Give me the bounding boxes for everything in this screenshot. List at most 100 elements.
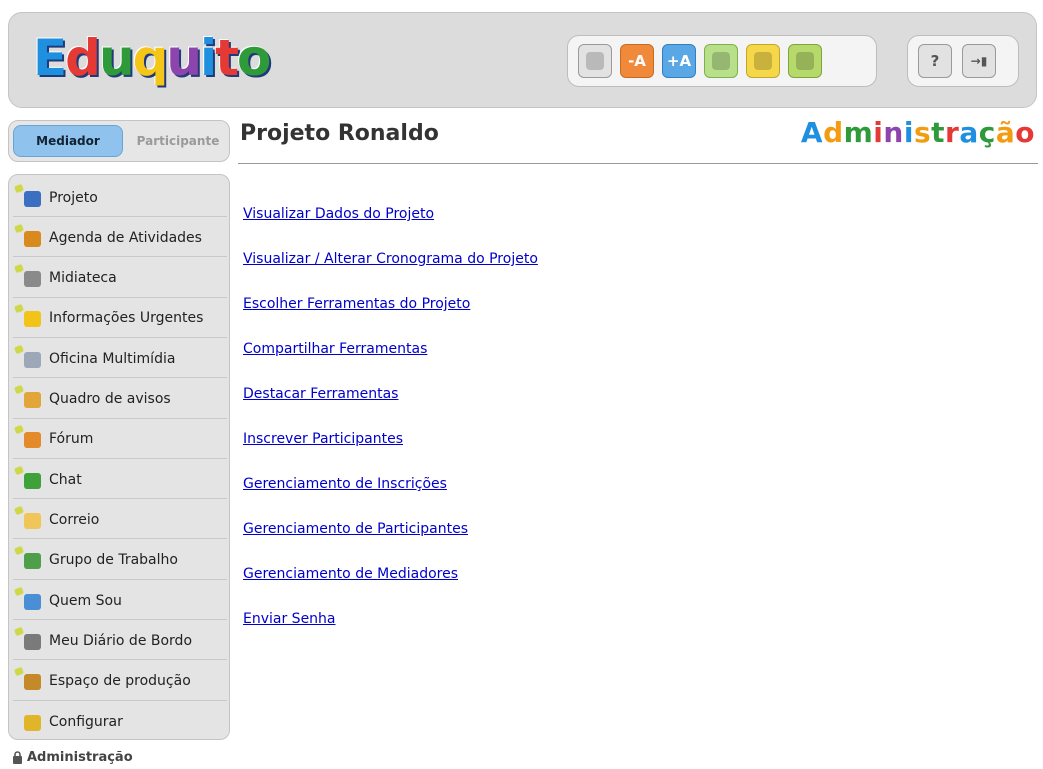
sidebar-item-agenda-de-atividades[interactable]: Agenda de Atividades (13, 219, 227, 258)
tree-button[interactable] (788, 44, 822, 78)
sidebar-item-projeto[interactable]: Projeto (13, 179, 227, 217)
sidebar-item-label: Chat (49, 471, 82, 488)
sidebar-item-grupo-de-trabalho[interactable]: Grupo de Trabalho (13, 542, 227, 580)
pin-icon (14, 546, 24, 556)
lock-icon (13, 751, 22, 764)
sidebar-item-midiateca[interactable]: Midiateca (13, 260, 227, 298)
sidebar-item-label: Configurar (49, 713, 123, 730)
admin-link[interactable]: Administração (12, 750, 133, 765)
eduquito-logo[interactable]: Eduquito (33, 27, 271, 87)
admin-link-visualizar-alterar-cronograma-do-projeto[interactable]: Visualizar / Alterar Cronograma do Proje… (243, 249, 538, 294)
divider (238, 163, 1038, 164)
help-icon: ? (930, 52, 940, 70)
admin-link-gerenciamento-de-participantes[interactable]: Gerenciamento de Participantes (243, 519, 538, 564)
admin-link-gerenciamento-de-inscri-es[interactable]: Gerenciamento de Inscrições (243, 474, 538, 519)
admin-link-gerenciamento-de-mediadores[interactable]: Gerenciamento de Mediadores (243, 564, 538, 609)
acessibilidade-icon (586, 52, 604, 70)
sidebar-item-correio[interactable]: Correio (13, 501, 227, 540)
mode-toggle: Mediador Participante (8, 120, 230, 162)
help-button[interactable]: ? (918, 44, 952, 78)
tree-icon (796, 52, 814, 70)
window-icon (14, 344, 43, 369)
increase-font-button[interactable]: +A (662, 44, 696, 78)
admin-link-enviar-senha[interactable]: Enviar Senha (243, 609, 538, 654)
sidebar-item-label: Fórum (49, 431, 94, 448)
section-letter: t (931, 116, 946, 149)
section-letter: a (959, 116, 979, 149)
sidebar-item-informa-es-urgentes[interactable]: Informações Urgentes (13, 300, 227, 338)
logo-letter: d (65, 29, 101, 87)
audio-button[interactable] (746, 44, 780, 78)
decrease-font-button[interactable]: -A (620, 44, 654, 78)
section-letter: d (823, 116, 844, 149)
sidebar-item-label: Oficina Multimídia (49, 350, 176, 367)
section-letter: A (800, 116, 824, 149)
section-letter: o (1015, 116, 1035, 149)
pin-icon (14, 344, 24, 354)
sidebar-item-label: Espaço de produção (49, 673, 191, 690)
gear-icon (21, 712, 43, 732)
person-icon (14, 586, 43, 611)
pin-icon (14, 384, 24, 395)
diary-icon (14, 626, 43, 651)
sidebar-item-label: Midiateca (49, 270, 117, 287)
participante-mode-button[interactable]: Participante (129, 125, 227, 157)
header: Eduquito -A +A ? →▮ (8, 12, 1037, 108)
increase-font-icon: +A (666, 52, 692, 70)
pin-icon (14, 304, 24, 314)
pin-icon (14, 183, 24, 193)
mediador-mode-button[interactable]: Mediador (13, 125, 123, 157)
section-letter: i (903, 116, 914, 149)
sidebar-item-label: Projeto (49, 189, 98, 206)
section-letter: r (945, 116, 960, 149)
logo-letter: E (33, 29, 67, 87)
libras-button[interactable] (704, 44, 738, 78)
hammer-icon (14, 666, 43, 691)
exit-button[interactable]: →▮ (962, 44, 996, 78)
sidebar-item-label: Meu Diário de Bordo (49, 632, 193, 649)
acessibilidade-button[interactable] (578, 44, 612, 78)
audio-icon (754, 52, 772, 70)
admin-links: Visualizar Dados do Projeto Visualizar / … (243, 204, 538, 654)
pin-icon (14, 223, 24, 233)
camera-icon (14, 263, 43, 288)
admin-link-escolher-ferramentas-do-projeto[interactable]: Escolher Ferramentas do Projeto (243, 294, 538, 339)
page-title: Projeto Ronaldo (240, 121, 439, 146)
sidebar-item-meu-di-rio-de-bordo[interactable]: Meu Diário de Bordo (13, 622, 227, 661)
sidebar-item-configurar[interactable]: Configurar (13, 703, 227, 741)
sidebar-item-label: Quadro de avisos (49, 391, 171, 407)
logo-letter: i (199, 29, 217, 87)
logo-letter: u (98, 29, 135, 87)
section-title: Administração (801, 116, 1035, 149)
sidebar: Projeto Agenda de Atividades Midiateca Info… (8, 174, 230, 740)
admin-link-destacar-ferramentas[interactable]: Destacar Ferramentas (243, 384, 538, 429)
admin-link-visualizar-dados-do-projeto[interactable]: Visualizar Dados do Projeto (243, 204, 538, 249)
decrease-font-icon: -A (628, 52, 646, 70)
mail-icon (14, 505, 43, 530)
admin-link-inscrever-participantes[interactable]: Inscrever Participantes (243, 429, 538, 474)
sidebar-item-quem-sou[interactable]: Quem Sou (13, 582, 227, 620)
admin-link-compartilhar-ferramentas[interactable]: Compartilhar Ferramentas (243, 339, 538, 384)
warning-icon (14, 304, 43, 328)
logo-letter: q (132, 29, 169, 87)
pin-icon (14, 666, 24, 677)
sidebar-item-label: Correio (49, 511, 100, 528)
sidebar-item-label: Informações Urgentes (49, 310, 204, 327)
ruler-icon (14, 183, 43, 208)
section-letter: ç (978, 116, 996, 149)
board-icon (14, 384, 43, 409)
section-letter: s (913, 116, 932, 149)
sidebar-item-oficina-multim-dia[interactable]: Oficina Multimídia (13, 340, 227, 379)
accessibility-toolbar: -A +A (567, 35, 877, 87)
pin-icon (14, 465, 24, 475)
pin-icon (14, 586, 24, 596)
section-letter: m (843, 116, 874, 149)
calendar-icon (14, 223, 43, 248)
sidebar-item-chat[interactable]: Chat (13, 461, 227, 500)
logo-letter: o (237, 29, 271, 87)
exit-icon: →▮ (970, 54, 988, 68)
sidebar-item-f-rum[interactable]: Fórum (13, 421, 227, 459)
chat-icon (14, 465, 43, 490)
sidebar-item-espa-o-de-produ-o[interactable]: Espaço de produção (13, 663, 227, 701)
sidebar-item-quadro-de-avisos[interactable]: Quadro de avisos (13, 381, 227, 419)
